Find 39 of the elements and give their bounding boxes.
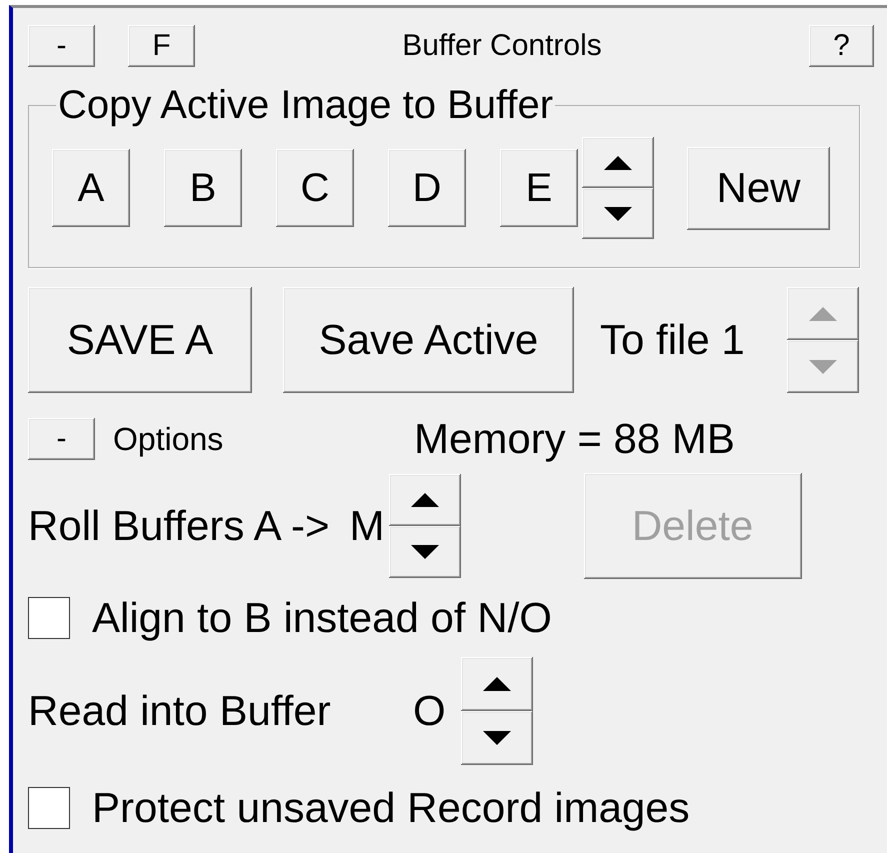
up-arrow-icon xyxy=(483,677,511,691)
memory-label: Memory = 88 MB xyxy=(414,415,735,463)
checkbox[interactable] xyxy=(28,786,70,828)
checkbox-label: Align to B instead of N/O xyxy=(92,594,552,642)
buffer-button[interactable]: E xyxy=(500,149,578,227)
up-arrow-icon xyxy=(410,493,439,507)
float-button[interactable]: F xyxy=(128,25,195,67)
checkbox-label: Protect unsaved Record images xyxy=(92,784,690,832)
new-buffer-button[interactable]: New xyxy=(687,146,830,230)
save-active-button[interactable]: Save Active xyxy=(283,287,574,393)
down-arrow-icon xyxy=(809,360,837,374)
collapse-button[interactable]: - xyxy=(28,25,95,67)
spin-up-button[interactable] xyxy=(461,657,533,711)
help-button[interactable]: ? xyxy=(809,25,874,67)
options-label: Options xyxy=(113,420,224,458)
spin-down-button[interactable] xyxy=(461,711,533,765)
panel-title: Buffer Controls xyxy=(401,29,603,63)
buffer-button[interactable]: D xyxy=(388,149,466,227)
roll-buffer-value: M xyxy=(350,502,385,550)
roll-buffers-label: Roll Buffers A -> xyxy=(28,502,330,550)
down-arrow-icon xyxy=(483,731,511,745)
down-arrow-icon xyxy=(604,206,632,220)
read-into-buffer-label: Read into Buffer xyxy=(28,687,332,735)
save-buffer-button[interactable]: SAVE A xyxy=(28,287,252,393)
up-arrow-icon xyxy=(809,306,837,320)
buffer-button[interactable]: C xyxy=(276,149,354,227)
group-legend: Copy Active Image to Buffer xyxy=(56,85,556,125)
spin-down-button[interactable] xyxy=(388,526,461,578)
spin-up-button[interactable] xyxy=(388,474,461,526)
down-arrow-icon xyxy=(410,545,439,559)
buffer-button[interactable]: A xyxy=(52,149,130,227)
options-collapse-button[interactable]: - xyxy=(28,418,95,460)
buffer-button[interactable]: B xyxy=(164,149,242,227)
read-buffer-value: O xyxy=(413,687,447,735)
spin-down-button[interactable] xyxy=(582,188,654,239)
checkbox[interactable] xyxy=(28,596,70,638)
file-number-label: To file 1 xyxy=(600,316,746,364)
spin-up-button[interactable] xyxy=(582,137,654,188)
up-arrow-icon xyxy=(604,156,632,170)
